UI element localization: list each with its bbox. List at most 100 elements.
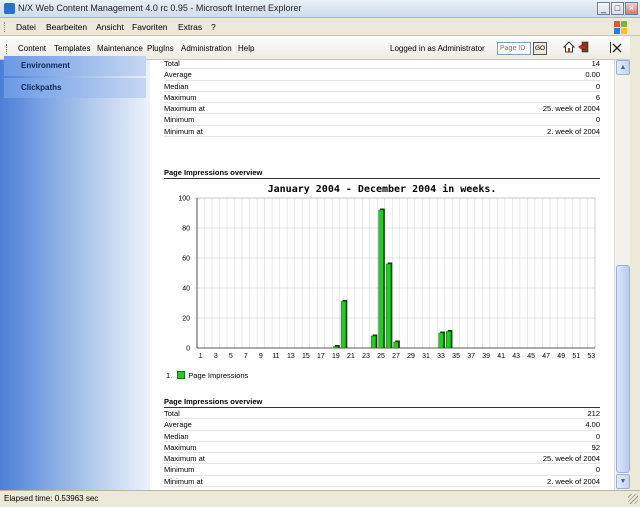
x-tick-label: 1	[199, 353, 203, 360]
x-tick-label: 7	[244, 353, 248, 360]
stat-value: 0	[595, 465, 600, 475]
stats-table-top: Total 14 Average 0.00 Median 0 Maximum 6 Maximum…	[164, 60, 600, 138]
stat-label: Total	[164, 409, 180, 418]
minimize-button[interactable]: _	[597, 2, 610, 15]
menu-bearbeiten[interactable]: Bearbeiten	[46, 22, 87, 32]
stat-row: Median 0	[164, 81, 600, 92]
nav-plugins[interactable]: PlugIns	[147, 44, 174, 53]
bar-week-24	[370, 335, 377, 349]
x-tick-label: 31	[422, 353, 430, 360]
menu-extras[interactable]: Extras	[178, 22, 202, 32]
stat-row: Total 14	[164, 60, 600, 70]
nav-help[interactable]: Help	[238, 44, 254, 53]
close-panel-icon[interactable]	[610, 41, 622, 54]
scroll-thumb[interactable]	[616, 265, 630, 473]
menu-datei[interactable]: Datei	[16, 22, 36, 32]
main-content: Total 14 Average 0.00 Median 0 Maximum 6 Maximum…	[150, 60, 614, 490]
bar-week-20	[340, 301, 347, 349]
x-tick-label: 13	[287, 353, 295, 360]
stat-row: Minimum 0	[164, 464, 600, 476]
plot-area	[196, 197, 596, 349]
page-impressions-chart: January 2004 - December 2004 in weeks. 0 2…	[178, 183, 596, 360]
navbar-grip	[6, 44, 7, 54]
menubar-grip	[4, 22, 7, 32]
x-tick-label: 43	[512, 353, 520, 360]
y-tick-label: 80	[182, 226, 190, 233]
stat-value: 0	[595, 431, 600, 441]
stat-value: 14	[591, 60, 600, 68]
home-icon[interactable]	[563, 41, 575, 53]
x-tick-label: 23	[362, 353, 370, 360]
sidebar: Environment Clickpaths	[0, 56, 150, 490]
status-bar: Elapsed time: 0.53963 sec	[0, 490, 640, 507]
y-tick-label: 100	[178, 196, 190, 203]
scroll-up-icon[interactable]: ▲	[616, 60, 630, 75]
overview-title: Page Impressions overview	[164, 168, 600, 179]
stat-label: Maximum at	[164, 454, 205, 464]
y-tick-label: 60	[182, 256, 190, 263]
y-tick-label: 20	[182, 316, 190, 323]
nav-content[interactable]: Content	[18, 44, 46, 53]
x-tick-label: 41	[497, 353, 505, 360]
x-tick-label: 15	[302, 353, 310, 360]
legend-index: 1.	[166, 371, 173, 380]
menu-bar: Datei Bearbeiten Ansicht Favoriten Extra…	[0, 18, 640, 36]
x-tick-label: 53	[587, 353, 595, 360]
x-tick-label: 49	[557, 353, 565, 360]
close-window-button[interactable]: ×	[625, 2, 638, 15]
stat-row: Minimum at 2. week of 2004	[164, 476, 600, 488]
stat-label: Maximum	[164, 442, 197, 452]
stat-value: 25. week of 2004	[542, 454, 600, 464]
x-tick-label: 47	[542, 353, 550, 360]
sidebar-item-environment[interactable]: Environment	[4, 56, 146, 76]
go-button[interactable]: GO	[533, 42, 547, 55]
x-tick-label: 25	[377, 353, 385, 360]
nav-administration[interactable]: Administration	[181, 44, 232, 53]
stat-label: Minimum at	[164, 126, 203, 136]
stat-label: Minimum	[164, 115, 195, 125]
nav-maintenance[interactable]: Maintenance	[97, 44, 143, 53]
y-tick-label: 40	[182, 286, 190, 293]
stat-value: 0	[595, 115, 600, 125]
menu-ansicht[interactable]: Ansicht	[96, 22, 124, 32]
stat-row: Median 0	[164, 431, 600, 442]
ie-app-icon	[4, 3, 15, 14]
stat-label: Average	[164, 420, 192, 430]
page-id-input[interactable]	[497, 42, 531, 55]
stat-row: Maximum at 25. week of 2004	[164, 103, 600, 115]
legend-swatch	[177, 371, 186, 379]
x-tick-label: 39	[482, 353, 490, 360]
window-title: N/X Web Content Management 4.0 rc 0.95 -…	[18, 3, 302, 13]
stat-value: 2. week of 2004	[547, 476, 600, 486]
resize-grip-icon[interactable]	[628, 494, 638, 504]
window-right-edge	[630, 36, 640, 507]
stat-label: Median	[164, 81, 189, 91]
stat-row: Maximum 92	[164, 442, 600, 454]
bar-week-25	[378, 209, 384, 349]
x-tick-label: 19	[332, 353, 340, 360]
stat-label: Total	[164, 60, 180, 68]
menu-help[interactable]: ?	[211, 22, 216, 32]
chart-legend: 1. Page Impressions	[166, 371, 248, 380]
logout-icon[interactable]	[577, 41, 589, 53]
y-tick-label: 0	[186, 346, 190, 353]
nav-templates[interactable]: Templates	[54, 44, 90, 53]
bar-week-33	[438, 332, 444, 349]
sidebar-item-clickpaths[interactable]: Clickpaths	[4, 78, 146, 98]
x-tick-label: 21	[347, 353, 355, 360]
stat-value: 0	[595, 81, 600, 91]
stat-label: Maximum	[164, 92, 197, 102]
stat-row: Average 0.00	[164, 69, 600, 81]
bar-week-34	[445, 331, 452, 349]
maximize-button[interactable]: □	[611, 2, 624, 15]
menu-favoriten[interactable]: Favoriten	[132, 22, 167, 32]
scroll-down-icon[interactable]: ▼	[616, 474, 630, 489]
stat-row: Maximum at 25. week of 2004	[164, 453, 600, 465]
chart-title: January 2004 - December 2004 in weeks.	[268, 183, 497, 195]
x-tick-label: 17	[317, 353, 325, 360]
stat-row: Minimum at 2. week of 2004	[164, 126, 600, 138]
x-tick-label: 35	[452, 353, 460, 360]
legend-label: Page Impressions	[188, 371, 249, 380]
vertical-scrollbar[interactable]: ▲ ▼	[614, 60, 630, 490]
x-tick-label: 5	[229, 353, 233, 360]
